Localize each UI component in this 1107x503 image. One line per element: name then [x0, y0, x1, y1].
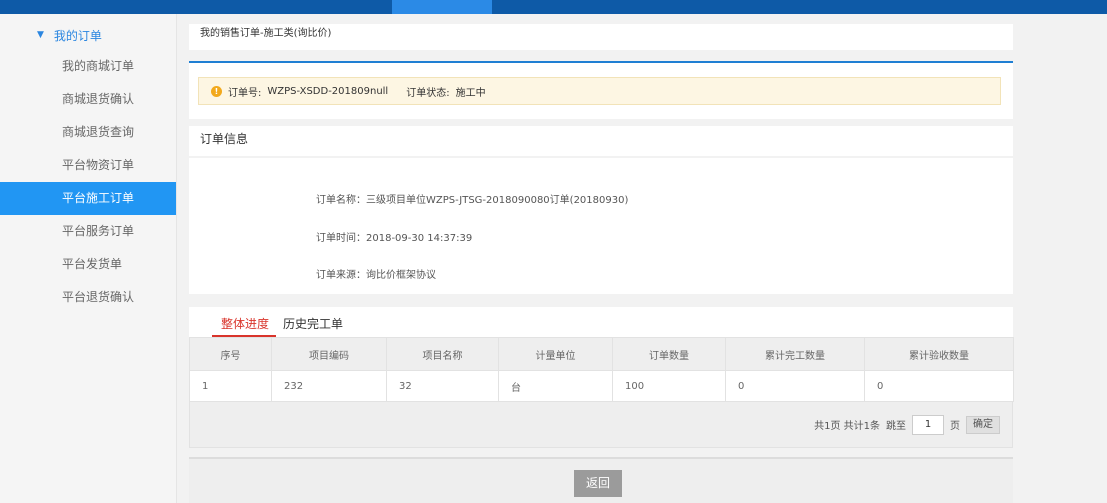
cell-index: 1 [189, 370, 272, 402]
order-no-label: 订单号: [228, 87, 262, 99]
col-header-quantity: 订单数量 [612, 337, 726, 371]
cell-unit: 台 [498, 370, 613, 402]
col-header-name: 项目名称 [386, 337, 499, 371]
order-source: 订单来源：询比价框架协议 [316, 270, 436, 281]
order-info-panel: 订单名称：三级项目单位WZPS-JTSG-2018090080订单(201809… [189, 158, 1013, 294]
section-title: 订单信息 [189, 126, 1013, 156]
sidebar-group-my-orders[interactable]: ▼ 我的订单 [37, 27, 102, 43]
top-nav-bar [0, 0, 1107, 14]
cell-name: 32 [386, 370, 499, 402]
sidebar-item-mall-return-query[interactable]: 商城退货查询 [0, 116, 176, 149]
cell-code: 232 [271, 370, 387, 402]
tab-overall-progress[interactable]: 整体进度 [221, 315, 269, 332]
col-header-code: 项目编码 [271, 337, 387, 371]
notice-panel: ! 订单号: WZPS-XSDD-201809null 订单状态: 施工中 [189, 63, 1013, 119]
top-nav-active-tab[interactable] [392, 0, 492, 14]
order-status-value: 施工中 [455, 87, 486, 99]
pager-goto-label: 跳至 [886, 421, 906, 432]
tab-history-completion[interactable]: 历史完工单 [283, 315, 343, 332]
sidebar-item-delivery-orders[interactable]: 平台发货单 [0, 248, 176, 281]
sidebar-group-label: 我的订单 [53, 28, 102, 43]
order-notice: ! 订单号: WZPS-XSDD-201809null 订单状态: 施工中 [198, 77, 1001, 105]
col-header-unit: 计量单位 [498, 337, 613, 371]
progress-table: 序号 项目编码 项目名称 计量单位 订单数量 累计完工数量 累计验收数量 1 2… [189, 337, 1014, 402]
footer-bar: 返回 [189, 457, 1013, 503]
sidebar-item-mall-orders[interactable]: 我的商城订单 [0, 50, 176, 83]
cell-accepted: 0 [864, 370, 1014, 402]
breadcrumb: 我的销售订单-施工类(询比价) [189, 24, 1013, 50]
col-header-completed: 累计完工数量 [725, 337, 865, 371]
order-status-label: 订单状态: [406, 87, 450, 99]
table-header-row: 序号 项目编码 项目名称 计量单位 订单数量 累计完工数量 累计验收数量 [189, 337, 1014, 371]
order-no-value: WZPS-XSDD-201809null [267, 85, 389, 97]
tab-bar: 整体进度 历史完工单 [189, 307, 1013, 337]
table-row: 1 232 32 台 100 0 0 [189, 370, 1014, 402]
sidebar-item-material-orders[interactable]: 平台物资订单 [0, 149, 176, 182]
pagination: 共1页 共计1条 跳至 页 确定 [189, 402, 1013, 448]
warning-icon: ! [211, 85, 222, 97]
order-time: 订单时间：2018-09-30 14:37:39 [316, 233, 473, 244]
sidebar-item-return-confirm[interactable]: 平台退货确认 [0, 281, 176, 314]
col-header-accepted: 累计验收数量 [864, 337, 1014, 371]
col-header-index: 序号 [189, 337, 272, 371]
pager-page-suffix: 页 [950, 421, 960, 432]
cell-completed: 0 [725, 370, 865, 402]
pager-summary: 共1页 共计1条 [814, 421, 880, 432]
page-number-input[interactable] [912, 414, 944, 435]
back-button[interactable]: 返回 [574, 470, 622, 497]
order-name: 订单名称：三级项目单位WZPS-JTSG-2018090080订单(201809… [316, 195, 629, 206]
triangle-down-icon: ▼ [37, 30, 44, 40]
sidebar-item-mall-return-confirm[interactable]: 商城退货确认 [0, 83, 176, 116]
sidebar: ▼ 我的订单 我的商城订单 商城退货确认 商城退货查询 平台物资订单 平台施工订… [0, 14, 177, 503]
sidebar-item-service-orders[interactable]: 平台服务订单 [0, 215, 176, 248]
cell-quantity: 100 [612, 370, 726, 402]
confirm-button[interactable]: 确定 [966, 415, 1000, 434]
sidebar-item-construction-orders[interactable]: 平台施工订单 [0, 182, 176, 215]
